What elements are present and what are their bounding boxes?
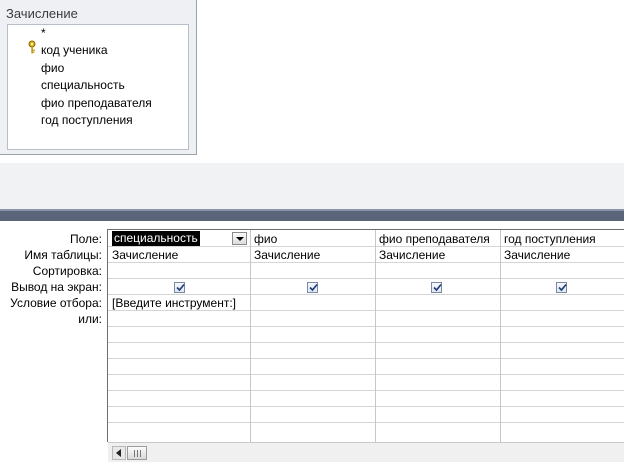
show-checkbox[interactable] — [556, 282, 567, 293]
upper-pane-background — [0, 163, 624, 209]
table-cell[interactable]: Зачисление — [112, 247, 178, 263]
field-item-student-code[interactable]: код ученика — [41, 42, 108, 59]
field-list[interactable]: * код ученика фио специальность фио преп… — [7, 24, 189, 150]
table-cell[interactable]: Зачисление — [504, 247, 570, 263]
grid-vline — [375, 230, 376, 443]
row-label-table: Имя таблицы: — [24, 248, 102, 262]
grid-hline — [108, 342, 624, 343]
grid-hline — [108, 278, 624, 279]
pane-splitter-highlight — [0, 209, 624, 211]
grid-hline — [108, 374, 624, 375]
field-item-all[interactable]: * — [41, 25, 46, 42]
field-cell-admission-year[interactable]: год поступления — [504, 231, 596, 247]
row-label-criteria: Условие отбора: — [10, 296, 102, 310]
row-label-field: Поле: — [69, 232, 102, 246]
show-checkbox[interactable] — [431, 282, 442, 293]
horizontal-scrollbar[interactable] — [108, 442, 624, 462]
field-item-fio[interactable]: фио — [41, 60, 64, 77]
checkmark-icon — [176, 283, 185, 292]
field-item-teacher-fio[interactable]: фио преподавателя — [41, 95, 152, 112]
grid-hline — [108, 358, 624, 359]
checkmark-icon — [558, 283, 567, 292]
query-design-upper-pane: Зачисление * код ученика фио специальнос… — [0, 0, 624, 209]
table-cell[interactable]: Зачисление — [254, 247, 320, 263]
table-cell[interactable]: Зачисление — [379, 247, 445, 263]
grid-hline — [108, 422, 624, 423]
table-title[interactable]: Зачисление — [6, 6, 78, 21]
table-field-list-window[interactable]: Зачисление * код ученика фио специальнос… — [0, 0, 197, 155]
primary-key-icon — [28, 40, 36, 54]
design-grid[interactable]: специальность Зачисление [Введите инстру… — [107, 229, 624, 443]
field-item-specialty[interactable]: специальность — [41, 77, 125, 94]
criteria-cell[interactable]: [Введите инструмент:] — [112, 295, 236, 311]
field-cell-teacher-fio[interactable]: фио преподавателя — [379, 231, 490, 247]
show-checkbox[interactable] — [307, 282, 318, 293]
field-cell-specialty[interactable]: специальность — [112, 231, 200, 246]
field-dropdown-button[interactable] — [232, 232, 247, 245]
field-cell-fio[interactable]: фио — [254, 231, 277, 247]
grid-vline — [250, 230, 251, 443]
grid-hline — [108, 326, 624, 327]
row-label-show: Вывод на экран: — [11, 280, 102, 294]
grid-hline — [108, 390, 624, 391]
checkmark-icon — [433, 283, 442, 292]
checkmark-icon — [309, 283, 318, 292]
grid-hline — [108, 406, 624, 407]
grid-vline — [500, 230, 501, 443]
field-item-admission-year[interactable]: год поступления — [41, 112, 133, 129]
row-label-sort: Сортировка: — [32, 264, 102, 278]
scroll-thumb[interactable] — [127, 446, 147, 460]
row-label-or: или: — [78, 312, 102, 326]
scroll-left-arrow-icon[interactable] — [112, 446, 126, 460]
show-checkbox[interactable] — [174, 282, 185, 293]
